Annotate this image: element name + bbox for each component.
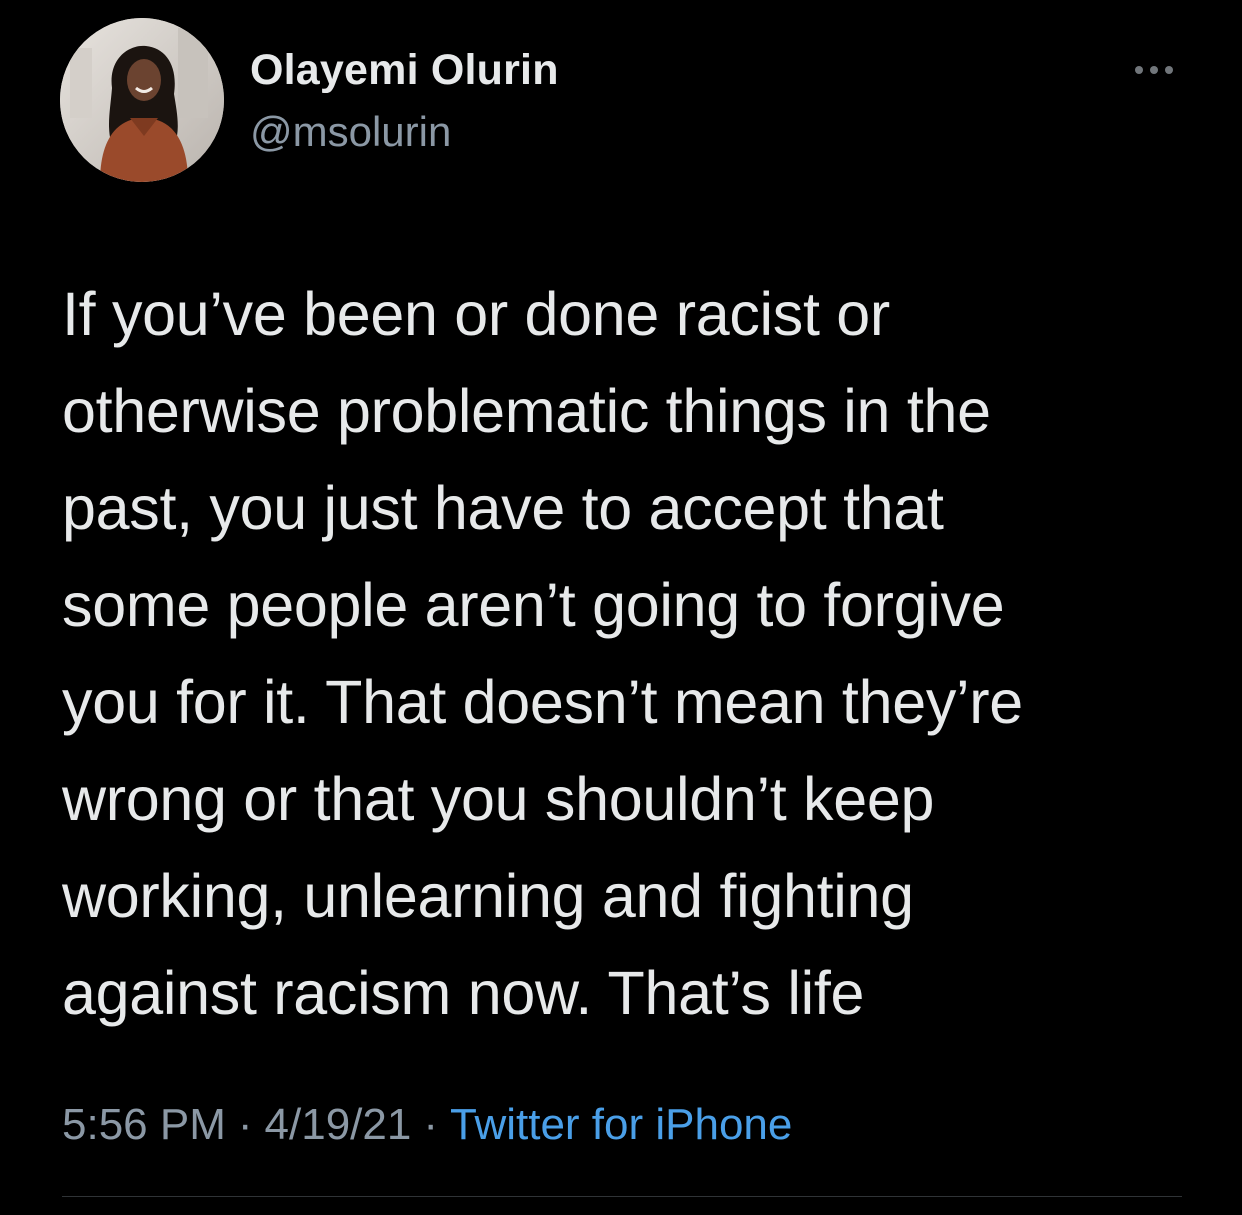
tweet-text-line: you for it. That doesn’t mean they’re [62, 668, 1023, 736]
tweet-time[interactable]: 5:56 PM [62, 1100, 226, 1149]
more-horizontal-icon [1150, 66, 1158, 74]
display-name[interactable]: Olayemi Olurin [250, 46, 559, 95]
tweet-metadata: 5:56 PM · 4/19/21 · Twitter for iPhone [62, 1100, 792, 1150]
tweet-source-link[interactable]: Twitter for iPhone [450, 1100, 792, 1149]
handle[interactable]: @msolurin [250, 108, 451, 156]
tweet-text-line: working, unlearning and fighting [62, 862, 914, 930]
more-horizontal-icon [1165, 66, 1173, 74]
tweet-text-line: past, you just have to accept that [62, 474, 944, 542]
separator: · [237, 1100, 253, 1149]
tweet-text-line: wrong or that you shouldn’t keep [62, 765, 935, 833]
tweet-text-line: against racism now. That’s life [62, 959, 865, 1027]
tweet-text: If you’ve been or done racist or otherwi… [62, 266, 1192, 1042]
more-horizontal-icon [1135, 66, 1143, 74]
tweet-date[interactable]: 4/19/21 [265, 1100, 412, 1149]
tweet-text-line: some people aren’t going to forgive [62, 571, 1005, 639]
tweet-text-line: otherwise problematic things in the [62, 377, 991, 445]
more-options-button[interactable] [1124, 56, 1184, 84]
avatar[interactable] [60, 18, 224, 182]
divider [62, 1196, 1182, 1197]
separator: · [423, 1100, 438, 1149]
tweet: Olayemi Olurin @msolurin If you’ve been … [0, 0, 1242, 1215]
profile-photo-icon [60, 18, 224, 182]
tweet-text-line: If you’ve been or done racist or [62, 280, 890, 348]
